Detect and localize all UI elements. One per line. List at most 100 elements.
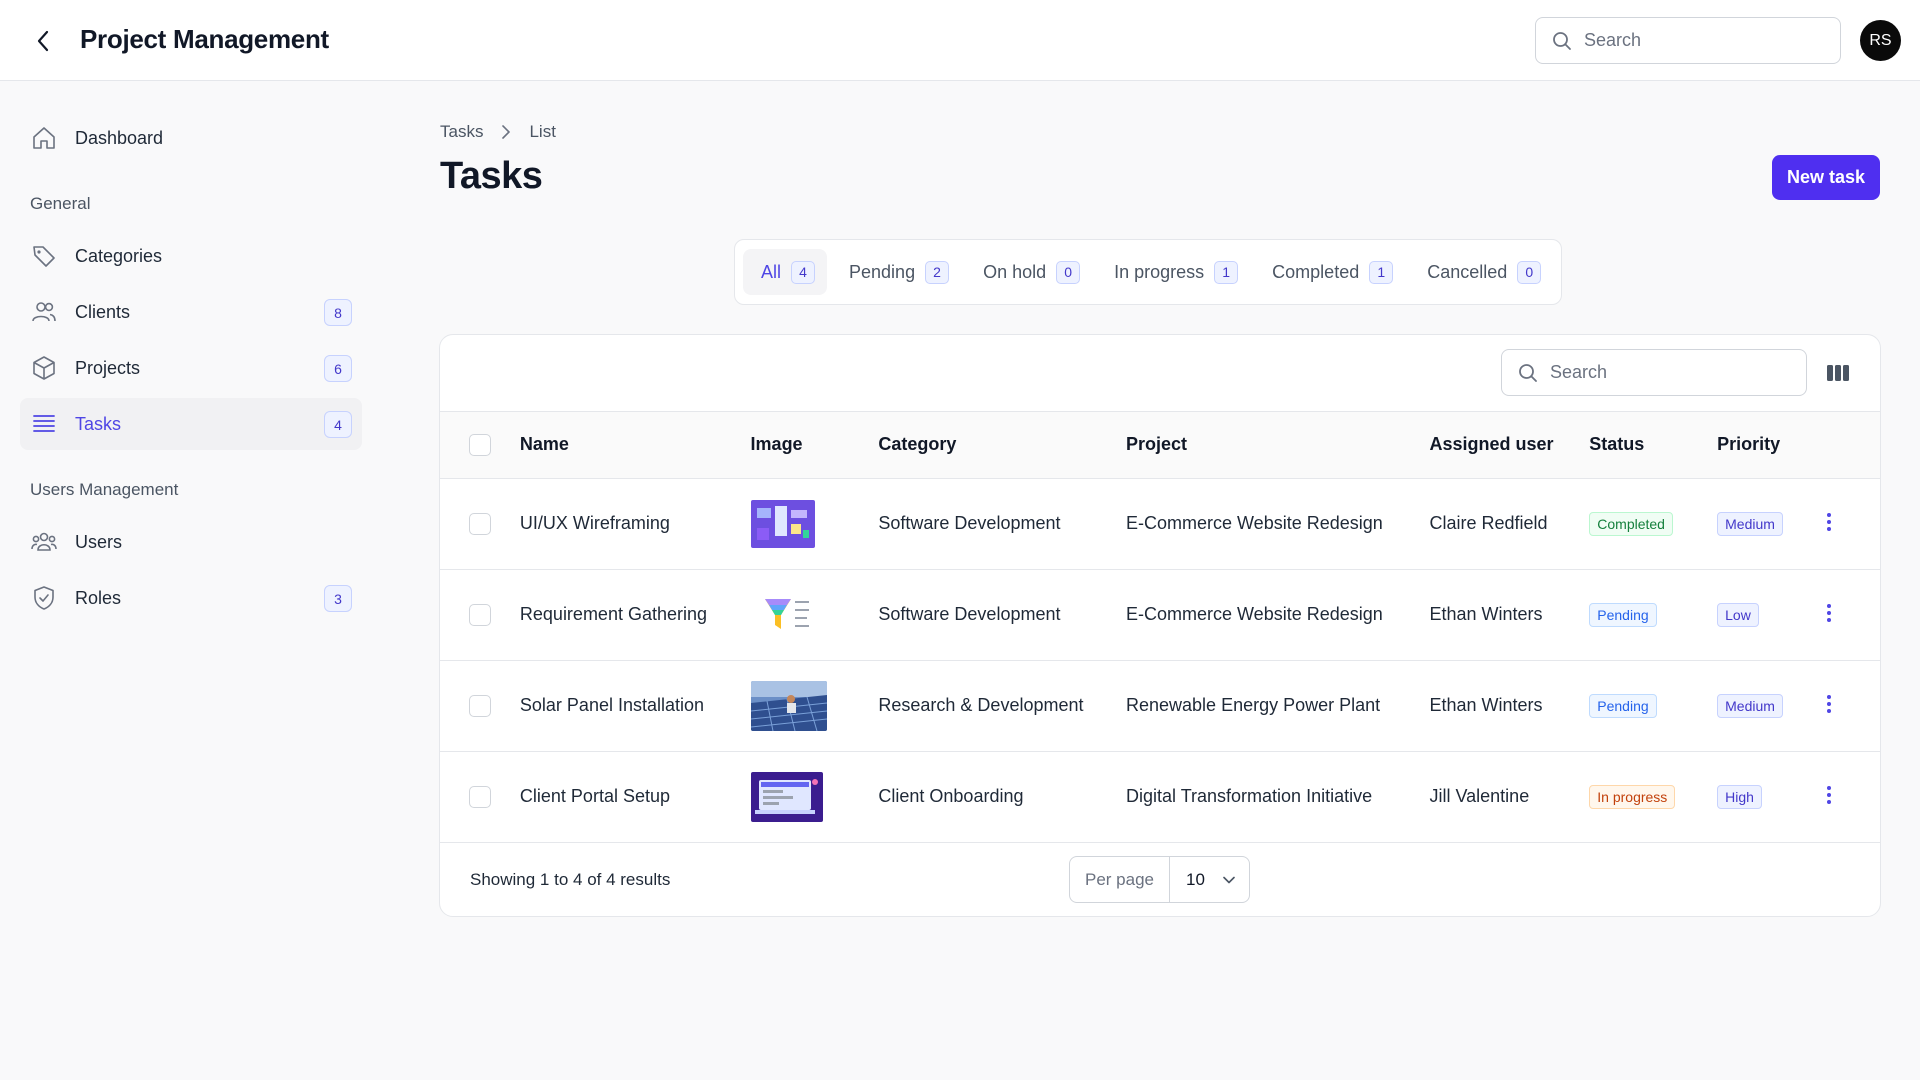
search-icon xyxy=(1519,363,1537,382)
chevron-down-icon xyxy=(1223,876,1235,883)
task-assigned-user: Jill Valentine xyxy=(1429,786,1530,806)
sidebar-item-dashboard[interactable]: Dashboard xyxy=(20,112,362,164)
tab-label: All xyxy=(761,261,782,282)
row-checkbox[interactable] xyxy=(469,785,491,808)
sidebar-item-tasks[interactable]: Tasks 4 xyxy=(20,398,362,450)
search-icon xyxy=(1553,31,1571,50)
breadcrumb-tasks-link[interactable]: Tasks xyxy=(440,122,483,142)
tab-count-badge: 0 xyxy=(1517,260,1542,284)
table-row[interactable]: Client Portal Setup Client Onboarding Di… xyxy=(440,751,1880,842)
count-badge: 8 xyxy=(324,299,352,326)
task-name: Requirement Gathering xyxy=(519,604,708,624)
page-title: Tasks xyxy=(440,155,543,197)
row-actions-button[interactable] xyxy=(1817,601,1841,625)
global-search-input[interactable] xyxy=(1584,30,1804,51)
tab-count-badge: 4 xyxy=(791,260,816,284)
tab-pending[interactable]: Pending 2 xyxy=(831,249,961,295)
tab-cancelled[interactable]: Cancelled 0 xyxy=(1409,249,1553,295)
row-checkbox[interactable] xyxy=(469,694,491,717)
sidebar-group-users-management: Users Management xyxy=(30,480,179,499)
back-button[interactable] xyxy=(30,28,56,54)
task-name: Client Portal Setup xyxy=(519,786,670,806)
sidebar-item-users[interactable]: Users xyxy=(20,516,362,568)
sidebar-group-general: General xyxy=(30,194,91,213)
chevron-left-icon xyxy=(37,30,49,52)
table-row[interactable]: UI/UX Wireframing Software Development E… xyxy=(440,478,1880,569)
sidebar-item-label: Roles xyxy=(75,587,122,608)
sidebar-item-label: Tasks xyxy=(75,413,122,434)
home-icon xyxy=(30,124,58,152)
task-project: Digital Transformation Initiative xyxy=(1126,786,1373,806)
columns-icon xyxy=(1827,365,1849,381)
status-badge: Pending xyxy=(1589,602,1657,627)
tab-label: Cancelled xyxy=(1427,261,1508,282)
task-project: E-Commerce Website Redesign xyxy=(1126,604,1383,624)
table-footer: Showing 1 to 4 of 4 results Per page 10 xyxy=(440,841,1880,916)
priority-badge: Medium xyxy=(1717,693,1783,718)
table-row[interactable]: Requirement Gathering Software Developme… xyxy=(440,569,1880,660)
tab-completed[interactable]: Completed 1 xyxy=(1254,249,1405,295)
column-header-category[interactable]: Category xyxy=(878,412,1126,478)
table-row[interactable]: Solar Panel Installation Research & Deve… xyxy=(440,660,1880,751)
row-actions-button[interactable] xyxy=(1817,510,1841,534)
top-bar: Project Management RS xyxy=(0,0,1920,81)
sidebar-item-label: Categories xyxy=(75,245,163,266)
tab-label: Completed xyxy=(1272,261,1360,282)
per-page-control: Per page 10 xyxy=(1069,856,1250,903)
sidebar-item-categories[interactable]: Categories xyxy=(20,230,362,282)
tab-all[interactable]: All 4 xyxy=(743,249,828,295)
task-assigned-user: Claire Redfield xyxy=(1429,513,1548,533)
task-category: Client Onboarding xyxy=(878,786,1024,806)
tasks-table: Name Image Category Project Assigned use… xyxy=(440,412,1880,843)
column-header-status[interactable]: Status xyxy=(1589,412,1717,478)
per-page-select[interactable]: 10 xyxy=(1170,870,1249,890)
row-actions-button[interactable] xyxy=(1817,692,1841,716)
column-header-priority[interactable]: Priority xyxy=(1717,412,1817,478)
user-group-icon xyxy=(30,528,58,556)
count-badge: 6 xyxy=(324,355,352,382)
task-category: Software Development xyxy=(878,513,1061,533)
tab-label: Pending xyxy=(849,261,916,282)
toggle-columns-button[interactable] xyxy=(1824,359,1852,387)
status-tabs: All 4 Pending 2 On hold 0 In progress 1 Comp… xyxy=(734,239,1563,305)
sidebar-item-roles[interactable]: Roles 3 xyxy=(20,572,362,624)
chevron-right-icon xyxy=(502,125,511,139)
task-thumbnail xyxy=(750,771,823,822)
column-header-name[interactable]: Name xyxy=(520,412,751,478)
sidebar-item-clients[interactable]: Clients 8 xyxy=(20,286,362,338)
task-name: Solar Panel Installation xyxy=(519,695,705,715)
column-header-assigned-user[interactable]: Assigned user xyxy=(1429,412,1589,478)
tab-label: In progress xyxy=(1114,261,1205,282)
more-vertical-icon xyxy=(1827,786,1832,804)
row-checkbox[interactable] xyxy=(469,512,491,535)
tab-count-badge: 2 xyxy=(925,260,950,284)
select-all-checkbox[interactable] xyxy=(469,433,491,456)
tab-on-hold[interactable]: On hold 0 xyxy=(965,249,1092,295)
cube-icon xyxy=(30,354,58,382)
tag-icon xyxy=(30,242,58,270)
tab-label: On hold xyxy=(983,261,1047,282)
pagination-summary: Showing 1 to 4 of 4 results xyxy=(470,870,671,889)
row-actions-button[interactable] xyxy=(1817,783,1841,807)
status-badge: Pending xyxy=(1589,693,1657,718)
per-page-label: Per page xyxy=(1070,857,1170,902)
table-header-row: Name Image Category Project Assigned use… xyxy=(440,412,1880,478)
user-avatar[interactable]: RS xyxy=(1860,20,1901,61)
status-badge: In progress xyxy=(1589,784,1676,809)
new-task-button[interactable]: New task xyxy=(1772,155,1880,200)
column-header-project[interactable]: Project xyxy=(1126,412,1429,478)
sidebar-item-label: Clients xyxy=(75,301,131,322)
sidebar-item-projects[interactable]: Projects 6 xyxy=(20,342,362,394)
tab-in-progress[interactable]: In progress 1 xyxy=(1096,249,1250,295)
status-badge: Completed xyxy=(1589,511,1673,536)
tab-count-badge: 1 xyxy=(1214,260,1239,284)
task-assigned-user: Ethan Winters xyxy=(1429,604,1543,624)
table-search-input[interactable] xyxy=(1550,362,1770,383)
breadcrumb-current: List xyxy=(529,122,556,141)
task-project: Renewable Energy Power Plant xyxy=(1126,695,1381,715)
row-checkbox[interactable] xyxy=(469,603,491,626)
app-title: Project Management xyxy=(80,24,329,54)
global-search[interactable] xyxy=(1535,17,1841,64)
column-header-image: Image xyxy=(750,434,803,455)
table-search[interactable] xyxy=(1501,349,1807,396)
